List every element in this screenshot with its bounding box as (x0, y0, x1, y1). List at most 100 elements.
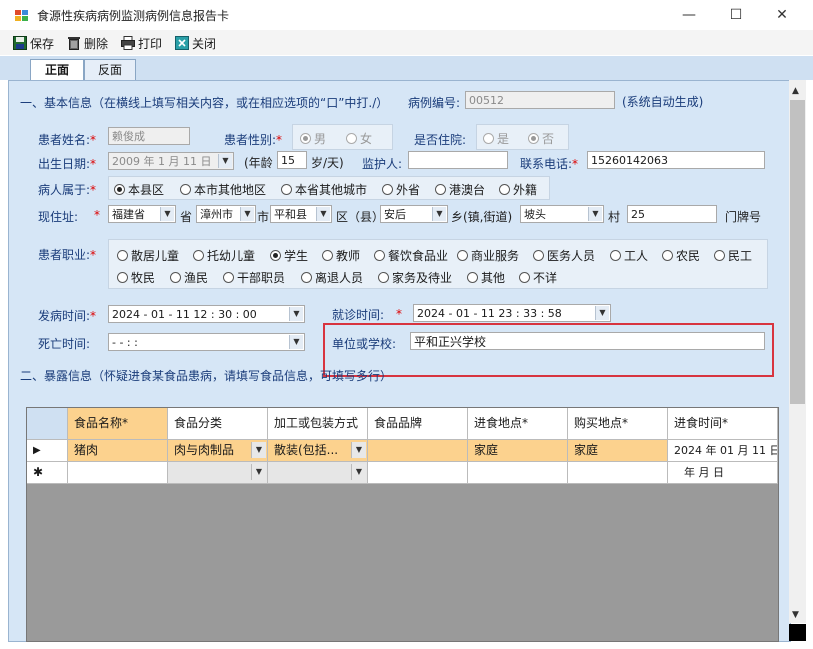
maximize-button[interactable]: ☐ (716, 4, 756, 26)
column-header-eat-place[interactable]: 进食地点* (468, 408, 568, 440)
tab-front[interactable]: 正面 (30, 59, 84, 81)
tab-back[interactable]: 反面 (84, 59, 136, 80)
gender-male-radio[interactable]: 男 (300, 130, 326, 147)
cell-eat-place[interactable] (468, 462, 568, 484)
occupation-teacher-radio[interactable]: 教师 (322, 247, 360, 264)
table-row[interactable]: ✱ ▼ ▼ 年 月 日 (27, 462, 778, 484)
scroll-down-icon[interactable]: ▼ (792, 610, 799, 620)
cell-food-name[interactable] (68, 462, 168, 484)
inpatient-no-radio[interactable]: 否 (528, 130, 554, 147)
occupation-commerce-radio[interactable]: 商业服务 (457, 247, 519, 264)
scrollbar-thumb[interactable] (790, 100, 805, 404)
cell-brand[interactable] (368, 440, 468, 462)
chevron-down-icon[interactable]: ▼ (218, 154, 232, 168)
column-header-category[interactable]: 食品分类 (168, 408, 268, 440)
row-indicator-arrow-icon: ▶ (27, 440, 68, 462)
radio-dot (714, 250, 725, 261)
chevron-down-icon[interactable]: ▼ (351, 442, 366, 458)
age-label: (年龄 (244, 156, 273, 170)
cell-processing[interactable]: ▼ (268, 462, 368, 484)
gender-female-radio[interactable]: 女 (346, 130, 372, 147)
save-button[interactable]: 保存 (13, 34, 54, 52)
patient-name-field[interactable]: 赖俊成 (108, 127, 190, 145)
house-no-field[interactable]: 25 (627, 205, 717, 223)
print-button[interactable]: 打印 (121, 34, 162, 52)
inpatient-yes-radio[interactable]: 是 (483, 130, 509, 147)
chevron-down-icon[interactable]: ▼ (160, 207, 174, 221)
occupation-retired-radio[interactable]: 离退人员 (301, 269, 363, 286)
death-time-picker[interactable]: - - : : ▼ (108, 333, 305, 351)
chevron-down-icon[interactable]: ▼ (588, 207, 602, 221)
chevron-down-icon[interactable]: ▼ (351, 464, 366, 480)
onset-time-picker[interactable]: 2024 - 01 - 11 12 : 30 : 00 ▼ (108, 305, 305, 323)
column-header-buy-place[interactable]: 购买地点* (568, 408, 668, 440)
table-row[interactable]: ▶ 猪肉 肉与肉制品 ▼ 散装(包括... ▼ 家庭 家庭 2024 年 01 月 … (27, 440, 778, 462)
belong-hk-macau-tw-radio[interactable]: 港澳台 (435, 181, 485, 198)
province-value: 福建省 (112, 208, 145, 221)
cell-food-name[interactable]: 猪肉 (68, 440, 168, 462)
cell-buy-place[interactable]: 家庭 (568, 440, 668, 462)
chevron-down-icon[interactable]: ▼ (289, 335, 303, 349)
guardian-field[interactable] (408, 151, 508, 169)
belong-other-city-radio[interactable]: 本省其他城市 (281, 181, 367, 198)
belong-local-county-radio[interactable]: 本县区 (114, 181, 164, 198)
cell-buy-place[interactable] (568, 462, 668, 484)
column-header-processing[interactable]: 加工或包装方式 (268, 408, 368, 440)
occupation-migrant-worker-radio[interactable]: 民工 (714, 247, 752, 264)
visit-time-picker[interactable]: 2024 - 01 - 11 23 : 33 : 58 ▼ (413, 304, 611, 322)
cell-eat-time[interactable]: 年 月 日 (668, 462, 778, 484)
occupation-herdsman-radio[interactable]: 牧民 (117, 269, 155, 286)
chevron-down-icon[interactable]: ▼ (289, 307, 303, 321)
town-select[interactable]: 安后 ▼ (380, 205, 448, 223)
scroll-up-icon[interactable]: ▲ (792, 86, 799, 96)
close-window-button[interactable]: ✕ (762, 4, 802, 26)
occupation-kindergarten-child-radio[interactable]: 托幼儿童 (193, 247, 255, 264)
save-label: 保存 (30, 36, 55, 51)
occupation-unknown-radio[interactable]: 不详 (519, 269, 557, 286)
city-select[interactable]: 漳州市 ▼ (196, 205, 256, 223)
occupation-worker-radio[interactable]: 工人 (610, 247, 648, 264)
cell-eat-place[interactable]: 家庭 (468, 440, 568, 462)
chevron-down-icon[interactable]: ▼ (432, 207, 446, 221)
radio-dot (483, 133, 494, 144)
belong-other-district-radio[interactable]: 本市其他地区 (180, 181, 266, 198)
column-header-food-name[interactable]: 食品名称* (68, 408, 168, 440)
minimize-button[interactable]: — (669, 4, 709, 26)
occupation-housework-radio[interactable]: 家务及待业 (378, 269, 452, 286)
occupation-farmer-radio[interactable]: 农民 (662, 247, 700, 264)
occupation-scattered-child-radio[interactable]: 散居儿童 (117, 247, 179, 264)
column-header-brand[interactable]: 食品品牌 (368, 408, 468, 440)
belong-foreign-radio[interactable]: 外籍 (499, 181, 537, 198)
cell-category[interactable]: 肉与肉制品 ▼ (168, 440, 268, 462)
belong-other-province-radio[interactable]: 外省 (382, 181, 420, 198)
close-icon (175, 36, 189, 50)
case-no-field[interactable]: 00512 (465, 91, 615, 109)
chevron-down-icon[interactable]: ▼ (316, 207, 330, 221)
county-select[interactable]: 平和县 ▼ (270, 205, 332, 223)
close-label: 关闭 (192, 36, 217, 51)
cell-processing[interactable]: 散装(包括... ▼ (268, 440, 368, 462)
delete-button[interactable]: 删除 (67, 34, 108, 52)
occupation-catering-radio[interactable]: 餐饮食品业 (374, 247, 448, 264)
chevron-down-icon[interactable]: ▼ (595, 306, 609, 320)
chevron-down-icon[interactable]: ▼ (251, 442, 266, 458)
cell-brand[interactable] (368, 462, 468, 484)
province-select[interactable]: 福建省 ▼ (108, 205, 176, 223)
village-select[interactable]: 坡头 ▼ (520, 205, 604, 223)
phone-field[interactable]: 15260142063 (587, 151, 765, 169)
dob-field[interactable]: 2009 年 1 月 11 日 ▼ (108, 152, 234, 170)
occupation-medical-radio[interactable]: 医务人员 (533, 247, 595, 264)
cell-eat-time[interactable]: 2024 年 01 月 11 日 (668, 440, 778, 462)
occupation-staff-radio[interactable]: 干部职员 (223, 269, 285, 286)
column-header-eat-time[interactable]: 进食时间* (668, 408, 778, 440)
chevron-down-icon[interactable]: ▼ (240, 207, 254, 221)
cell-category[interactable]: ▼ (168, 462, 268, 484)
city-unit: 市 (257, 210, 270, 224)
house-no-unit: 门牌号 (725, 210, 762, 224)
age-field[interactable]: 15 (277, 151, 307, 169)
occupation-other-radio[interactable]: 其他 (467, 269, 505, 286)
chevron-down-icon[interactable]: ▼ (251, 464, 266, 480)
close-button[interactable]: 关闭 (175, 34, 216, 52)
occupation-fisherman-radio[interactable]: 渔民 (170, 269, 208, 286)
occupation-student-radio[interactable]: 学生 (270, 247, 308, 264)
